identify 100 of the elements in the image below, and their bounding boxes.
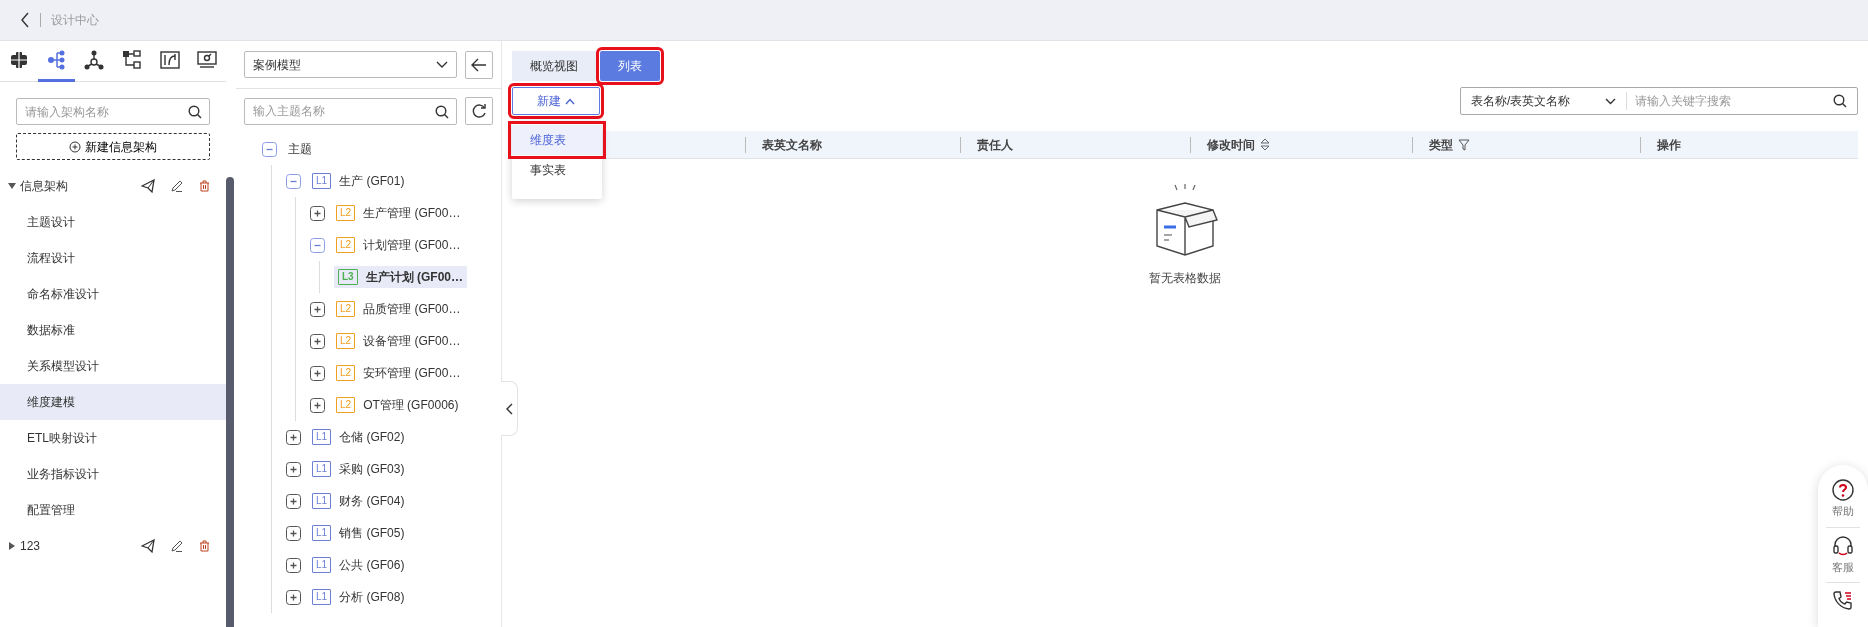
tree-node-label[interactable]: 生产计划 (GF00… [365,268,463,286]
plus-icon[interactable] [286,461,301,477]
tree-node-label[interactable]: OT管理 (GF0006) [363,396,459,414]
menu-item[interactable]: 事实表 [512,155,602,185]
level-badge: L1 [312,589,332,605]
phone-icon [1832,590,1854,612]
architecture-name[interactable]: 123 [20,537,137,555]
level-badge: L1 [312,461,332,477]
minus-icon[interactable] [310,237,325,253]
search-field[interactable]: 请输入架构名称 [16,98,210,125]
level-badge: L2 [336,365,356,381]
sidebar-item[interactable]: 流程设计 [0,240,226,276]
phone-button[interactable] [1832,590,1854,612]
chevron-down-icon [1605,97,1616,105]
trash-icon[interactable] [199,180,210,192]
view-tab[interactable]: 概览视图 [512,51,596,81]
send-icon[interactable] [141,539,155,553]
collapse-handle[interactable] [501,381,518,436]
plus-icon[interactable] [310,365,325,381]
sidebar-item[interactable]: 业务指标设计 [0,456,226,492]
headset-icon [1832,534,1854,557]
sidebar-item[interactable]: 维度建模 [0,384,226,420]
plus-icon[interactable] [286,525,301,541]
minus-icon[interactable] [286,173,301,189]
model-select[interactable]: 案例模型 [244,51,457,78]
chevron-left-icon [505,402,513,415]
service-button[interactable]: 客服 [1832,534,1854,575]
sidebar-item[interactable]: 数据标准 [0,312,226,348]
level-badge: L1 [312,493,332,509]
send-icon[interactable] [141,179,155,193]
sidebar-item[interactable]: 配置管理 [0,492,226,528]
column-header: 操作 [1657,136,1681,154]
tree-node-label[interactable]: 生产 (GF01) [339,172,405,190]
tree-node-label[interactable]: 采购 (GF03) [339,460,405,478]
caret-right-icon[interactable] [8,542,16,550]
level-badge: L1 [312,525,332,541]
pencil-icon[interactable] [171,180,183,192]
plus-icon[interactable] [286,589,301,605]
trash-icon[interactable] [199,540,210,552]
back-icon[interactable] [20,12,30,28]
grid-icon [8,50,29,70]
tree-node-label[interactable]: 计划管理 (GF00… [363,236,461,254]
pencil-icon[interactable] [171,540,183,552]
filter-icon[interactable] [1458,138,1470,151]
tree-node-label[interactable]: 品质管理 (GF00… [363,300,461,318]
caret-down-icon[interactable] [8,182,16,190]
plus-icon[interactable] [310,397,325,413]
question-icon [1832,479,1854,501]
plus-icon[interactable] [286,429,301,445]
architecture-name[interactable]: 信息架构 [20,177,137,195]
column-header: 责任人 [977,136,1013,154]
refresh-icon [471,103,487,119]
arrow-left-icon [471,57,487,72]
column-header: 修改时间 [1207,136,1255,154]
chevron-down-icon [436,60,448,69]
scrollbar[interactable] [226,177,234,627]
minus-icon[interactable] [262,141,277,157]
level-badge: L2 [336,205,356,221]
plus-icon[interactable] [286,493,301,509]
tree-node-label[interactable]: 安环管理 (GF00… [363,364,461,382]
plus-icon[interactable] [310,301,325,317]
back-button[interactable] [465,50,493,79]
sidebar-item[interactable]: ETL映射设计 [0,420,226,456]
tree-node-label[interactable]: 销售 (GF05) [339,524,405,542]
network-icon [84,50,105,70]
help-button[interactable]: 帮助 [1832,479,1854,520]
level-badge: L2 [336,333,356,349]
search-icon[interactable] [435,104,449,119]
new-architecture-button[interactable]: 新建信息架构 [16,133,210,160]
tree-node-label[interactable]: 仓储 (GF02) [339,428,405,446]
chart-icon [159,50,180,70]
column-header: 表英文名称 [762,136,822,154]
level-badge: L2 [336,301,356,317]
monitor-icon [197,50,218,70]
level-badge: L1 [312,557,332,573]
plus-icon[interactable] [310,333,325,349]
plus-icon[interactable] [286,557,301,573]
sidebar-item[interactable]: 主题设计 [0,204,226,240]
search-icon[interactable] [188,105,202,119]
search-field[interactable]: 输入主题名称 [244,97,457,125]
sort-icon[interactable] [1260,138,1270,151]
plus-circle-icon [69,140,81,153]
search-bar[interactable]: 表名称/表英文名称 请输入关键字搜索 [1460,87,1858,115]
sidebar-item[interactable]: 命名标准设计 [0,276,226,312]
plus-icon[interactable] [310,205,325,221]
tree-node-label[interactable]: 设备管理 (GF00… [363,332,461,350]
tree-node-label[interactable]: 主题 [288,140,312,158]
flow-icon [121,50,142,70]
hierarchy-icon [46,50,67,70]
tree-node-label[interactable]: 生产管理 (GF00… [363,204,461,222]
refresh-button[interactable] [465,97,493,125]
column-header: 类型 [1429,136,1453,154]
sidebar-item[interactable]: 关系模型设计 [0,348,226,384]
search-icon[interactable] [1833,94,1847,108]
level-badge: L2 [336,397,356,413]
empty-message: 暂无表格数据 [1149,270,1221,287]
level-badge: L2 [336,237,356,253]
tree-node-label[interactable]: 分析 (GF08) [339,588,405,606]
tree-node-label[interactable]: 公共 (GF06) [339,556,405,574]
tree-node-label[interactable]: 财务 (GF04) [339,492,405,510]
